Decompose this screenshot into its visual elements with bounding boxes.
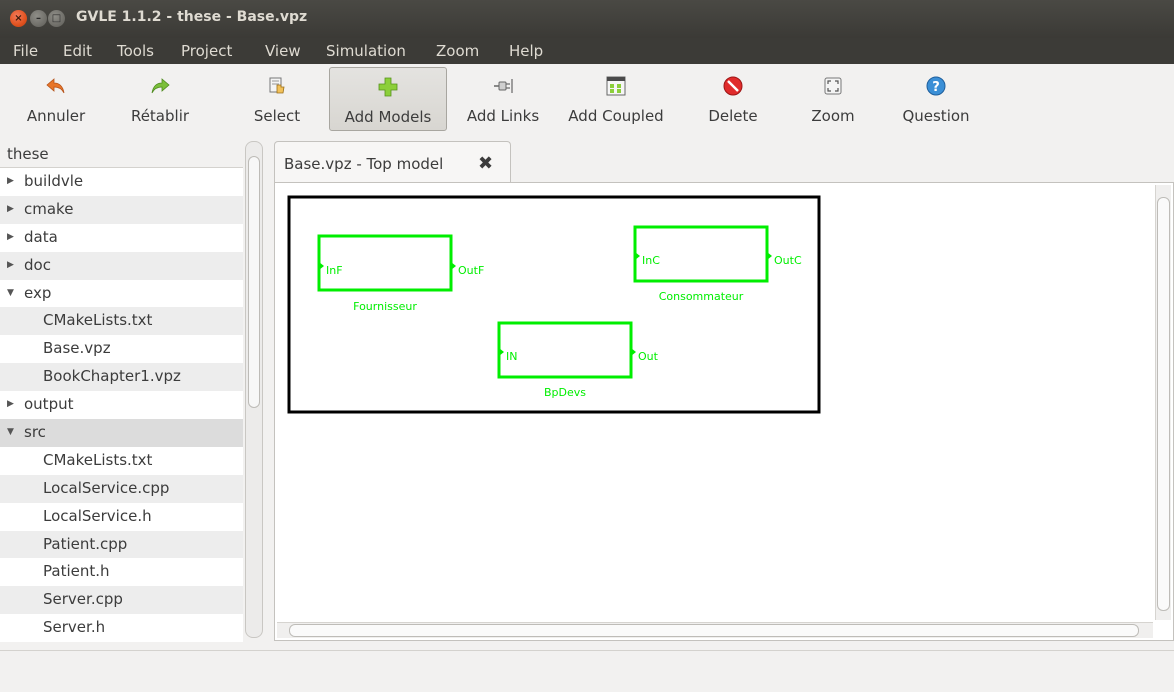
expander-expanded-icon[interactable]: ▼	[7, 280, 14, 308]
in-port-label: IN	[506, 350, 517, 363]
tree-item-output[interactable]: ▶ output	[0, 391, 243, 419]
expander-collapsed-icon[interactable]: ▶	[7, 391, 14, 419]
tree-item-file[interactable]: Server.h	[0, 614, 243, 642]
canvas-vertical-scrollbar[interactable]	[1155, 185, 1171, 620]
tree-item-file[interactable]: Patient.cpp	[0, 530, 243, 559]
tree-item-cmake[interactable]: ▶ cmake	[0, 195, 243, 224]
delete-button[interactable]: Delete	[700, 67, 766, 131]
model-bpdevs[interactable]: IN Out BpDevs	[497, 321, 659, 399]
menu-simulation[interactable]: Simulation	[326, 42, 406, 60]
undo-button[interactable]: Annuler	[14, 67, 98, 131]
menu-project[interactable]: Project	[181, 42, 232, 60]
model-consommateur[interactable]: InC OutC Consommateur	[633, 225, 802, 303]
expander-collapsed-icon[interactable]: ▶	[7, 252, 14, 280]
menu-view[interactable]: View	[265, 42, 301, 60]
minimize-window-button[interactable]: –	[30, 10, 47, 27]
out-port-label: Out	[638, 350, 659, 363]
tree-item-file[interactable]: LocalService.cpp	[0, 474, 243, 503]
tree-scrollbar[interactable]	[245, 141, 263, 638]
tree-item-file[interactable]: CMakeLists.txt	[0, 307, 243, 336]
maximize-window-button[interactable]: □	[48, 10, 65, 27]
tree-item-file[interactable]: BookChapter1.vpz	[0, 363, 243, 392]
canvas-horizontal-scrollbar[interactable]	[277, 622, 1153, 638]
select-hand-icon	[269, 77, 285, 94]
window-title: GVLE 1.1.2 - these - Base.vpz	[76, 9, 308, 25]
expander-expanded-icon[interactable]: ▼	[7, 419, 14, 447]
tree-item-src[interactable]: ▼ src	[0, 419, 243, 447]
editor-area: Base.vpz - Top model ✖ InF OutF Fourniss…	[274, 137, 1174, 642]
status-bar	[0, 650, 1174, 692]
project-tree: these ▶ buildvle ▶ cmake ▶ data ▶ doc ▼ exp C…	[0, 141, 243, 642]
expander-collapsed-icon[interactable]: ▶	[7, 168, 14, 196]
model-name-label: Consommateur	[659, 290, 744, 303]
tree-item-exp[interactable]: ▼ exp	[0, 280, 243, 308]
tab-base-vpz[interactable]: Base.vpz - Top model ✖	[274, 141, 511, 183]
tree-scrollbar-thumb[interactable]	[248, 156, 260, 408]
model-canvas-frame: InF OutF Fournisseur InC OutC Consommate…	[274, 182, 1174, 641]
redo-arrow-icon	[151, 78, 170, 94]
in-port-label: InF	[326, 264, 343, 277]
tree-item-data[interactable]: ▶ data	[0, 224, 243, 252]
redo-button[interactable]: Rétablir	[115, 67, 205, 131]
title-bar: × – □ GVLE 1.1.2 - these - Base.vpz	[0, 0, 1174, 38]
canvas-horizontal-scrollbar-thumb[interactable]	[289, 624, 1139, 637]
menu-help[interactable]: Help	[509, 42, 543, 60]
tree-item-file[interactable]: LocalService.h	[0, 503, 243, 531]
expander-collapsed-icon[interactable]: ▶	[7, 224, 14, 252]
tab-label: Base.vpz - Top model	[284, 155, 444, 173]
help-question-icon: ?	[926, 76, 946, 96]
close-window-button[interactable]: ×	[10, 10, 27, 27]
question-button[interactable]: ? Question	[894, 67, 978, 131]
model-diagram: InF OutF Fournisseur InC OutC Consommate…	[287, 195, 821, 414]
menu-file[interactable]: File	[13, 42, 38, 60]
tree-item-file[interactable]: Base.vpz	[0, 335, 243, 363]
menu-tools[interactable]: Tools	[117, 42, 154, 60]
select-tool-button[interactable]: Select	[240, 67, 314, 131]
zoom-fit-icon	[824, 77, 842, 95]
menu-edit[interactable]: Edit	[63, 42, 92, 60]
plug-icon	[494, 79, 513, 93]
model-canvas[interactable]: InF OutF Fournisseur InC OutC Consommate…	[277, 185, 1153, 620]
add-links-button[interactable]: Add Links	[456, 67, 550, 131]
delete-circle-icon	[723, 76, 743, 96]
add-plus-icon	[378, 77, 398, 97]
tree-item-file[interactable]: Patient.h	[0, 558, 243, 586]
in-port-label: InC	[642, 254, 660, 267]
out-port-label: OutF	[458, 264, 484, 277]
svg-text:?: ?	[932, 80, 940, 95]
canvas-vertical-scrollbar-thumb[interactable]	[1157, 197, 1170, 611]
add-models-button[interactable]: Add Models	[329, 67, 447, 131]
close-tab-icon[interactable]: ✖	[478, 153, 493, 174]
model-name-label: BpDevs	[544, 386, 586, 399]
tree-item-file[interactable]: Server.cpp	[0, 586, 243, 615]
coupled-grid-icon	[606, 76, 626, 96]
undo-arrow-icon	[46, 78, 65, 94]
toolbar: Annuler Rétablir Select Add Models Add L…	[0, 64, 1174, 136]
out-port-label: OutC	[774, 254, 802, 267]
tree-item-buildvle[interactable]: ▶ buildvle	[0, 168, 243, 196]
add-coupled-button[interactable]: Add Coupled	[559, 67, 673, 131]
model-fournisseur[interactable]: InF OutF Fournisseur	[317, 234, 484, 313]
menu-bar: File Edit Tools Project View Simulation …	[0, 38, 1174, 64]
tree-item-file[interactable]: CMakeLists.txt	[0, 447, 243, 475]
tree-header[interactable]: these	[0, 141, 243, 168]
menu-zoom[interactable]: Zoom	[436, 42, 479, 60]
expander-collapsed-icon[interactable]: ▶	[7, 196, 14, 224]
model-name-label: Fournisseur	[353, 300, 417, 313]
tree-item-doc[interactable]: ▶ doc	[0, 251, 243, 280]
zoom-button[interactable]: Zoom	[800, 67, 866, 131]
